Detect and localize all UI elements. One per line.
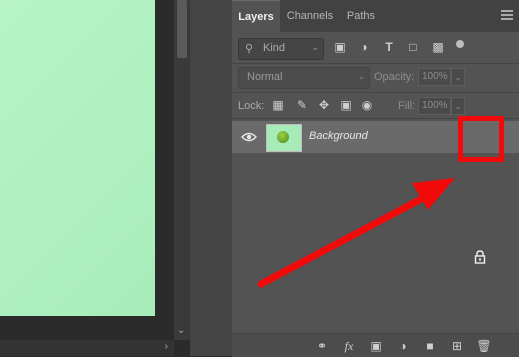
search-icon: ⚲ — [245, 43, 254, 55]
layers-panel: Layers Channels Paths ⚲ Kind ⌄ ▣ ◑ T □ ▩… — [232, 0, 519, 357]
scrollbar-corner — [174, 340, 190, 356]
lock-highlight-box — [458, 116, 504, 162]
adjustment-layer-icon[interactable]: ◑ — [395, 338, 411, 354]
link-icon[interactable]: ⚭ — [314, 338, 330, 354]
lock-artboard-icon[interactable]: ▣ — [338, 97, 354, 113]
blend-mode-select[interactable]: Normal ⌄ — [238, 67, 370, 89]
fill-dropdown-icon[interactable]: ⌄ — [451, 97, 465, 115]
chevron-down-icon: ⌄ — [311, 42, 319, 52]
scroll-right-icon[interactable]: › — [165, 341, 168, 352]
divider — [232, 63, 519, 64]
eye-icon[interactable] — [241, 131, 257, 143]
fill-label: Fill: — [398, 100, 416, 112]
layer-name[interactable]: Background — [309, 130, 368, 142]
fx-icon[interactable]: fx — [341, 338, 357, 354]
trash-icon[interactable]: 🗑 — [476, 338, 492, 354]
tab-channels[interactable]: Channels — [282, 0, 338, 32]
chevron-down-icon: ⌄ — [357, 71, 365, 81]
layers-bottom-toolbar: ⚭ fx ▣ ◑ ■ ⊞ 🗑 — [232, 333, 519, 357]
lock-transparent-icon[interactable]: ▦ — [270, 97, 286, 113]
lock-image-icon[interactable]: ✎ — [294, 97, 310, 113]
folder-icon[interactable]: ■ — [422, 338, 438, 354]
mask-icon[interactable]: ▣ — [368, 338, 384, 354]
adjustment-filter-icon[interactable]: ◑ — [356, 39, 372, 55]
filter-kind-select[interactable]: ⚲ Kind ⌄ — [238, 38, 324, 60]
layer-thumbnail — [266, 124, 302, 152]
filter-kind-label: Kind — [263, 42, 286, 54]
opacity-dropdown-icon[interactable]: ⌄ — [451, 68, 465, 86]
panel-gutter — [190, 0, 232, 356]
panel-tabs: Layers Channels Paths — [232, 0, 519, 33]
opacity-label: Opacity: — [374, 71, 415, 83]
document-image[interactable] — [0, 0, 155, 316]
panel-menu-icon[interactable] — [501, 10, 513, 20]
blend-mode-value: Normal — [247, 71, 283, 83]
tab-layers[interactable]: Layers — [232, 0, 280, 33]
fill-field[interactable]: 100% — [418, 97, 451, 115]
lock-all-icon[interactable]: ◉ — [359, 97, 375, 113]
smart-object-filter-icon[interactable]: ▩ — [430, 39, 446, 55]
image-filter-icon[interactable]: ▣ — [332, 39, 348, 55]
divider — [232, 92, 519, 93]
scrollbar-thumb[interactable] — [177, 0, 187, 58]
opacity-field[interactable]: 100% — [418, 68, 451, 86]
tab-paths[interactable]: Paths — [340, 0, 382, 32]
lock-position-icon[interactable]: ✥ — [316, 97, 332, 113]
new-layer-icon[interactable]: ⊞ — [449, 338, 465, 354]
vertical-scrollbar[interactable]: ⌄ — [174, 0, 190, 340]
scroll-down-icon[interactable]: ⌄ — [177, 325, 185, 336]
document-canvas[interactable] — [0, 0, 172, 340]
apple-thumbnail — [277, 131, 289, 143]
horizontal-scrollbar[interactable]: › — [0, 340, 174, 356]
lock-label: Lock: — [238, 100, 265, 112]
shape-filter-icon[interactable]: □ — [405, 39, 421, 55]
type-filter-icon[interactable]: T — [381, 39, 397, 55]
layers-list-area[interactable] — [232, 153, 519, 333]
filter-toggle-icon[interactable] — [456, 40, 464, 48]
